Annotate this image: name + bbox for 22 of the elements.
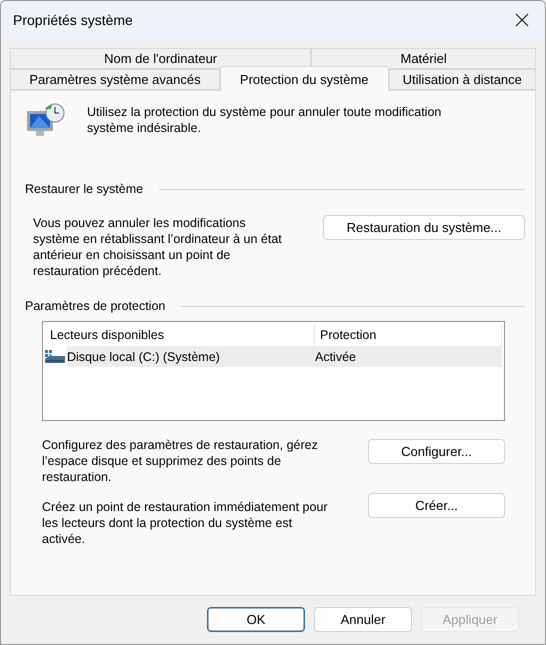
tab[interactable]: Protection du système [220,66,389,91]
computer-clock-icon [25,103,65,139]
intro-text: Utilisez la protection du système pour annuler toute modification système indésirable. [87,104,442,136]
drive-icon [45,350,65,364]
action-description: Configurez des paramètres de restauration, gérez l’espace disque et supprimez des points de restauration. [42,437,319,485]
dialog-button[interactable]: Annuler [314,607,412,632]
tab[interactable]: Utilisation à distance [388,69,536,90]
section-heading: Paramètres de protection [25,299,166,313]
action-description: Créez un point de restauration immédiatement pour les lecteurs dont la protection du système est activée. [42,499,329,547]
close-icon [515,13,529,27]
tab[interactable]: Matériel [311,48,536,69]
action-button[interactable]: Créer... [368,493,505,518]
tab[interactable]: Nom de l'ordinateur [10,48,312,69]
system-restore-button[interactable]: Restauration du système... [323,215,525,240]
protection-status: Activée [315,350,357,364]
restore-description: Vous pouvez annuler les modifications système en rétablissant l’ordinateur à un état antérieur en choisissant un point de restauration précédent. [33,215,283,279]
action-button[interactable]: Configurer... [368,439,505,464]
dialog-button[interactable]: OK [207,607,305,632]
drive-name: Disque local (C:) (Système) [67,350,221,364]
tab[interactable]: Paramètres système avancés [10,69,220,90]
window-title: Propriétés système [13,12,133,28]
section-heading: Restaurer le système [25,182,144,196]
